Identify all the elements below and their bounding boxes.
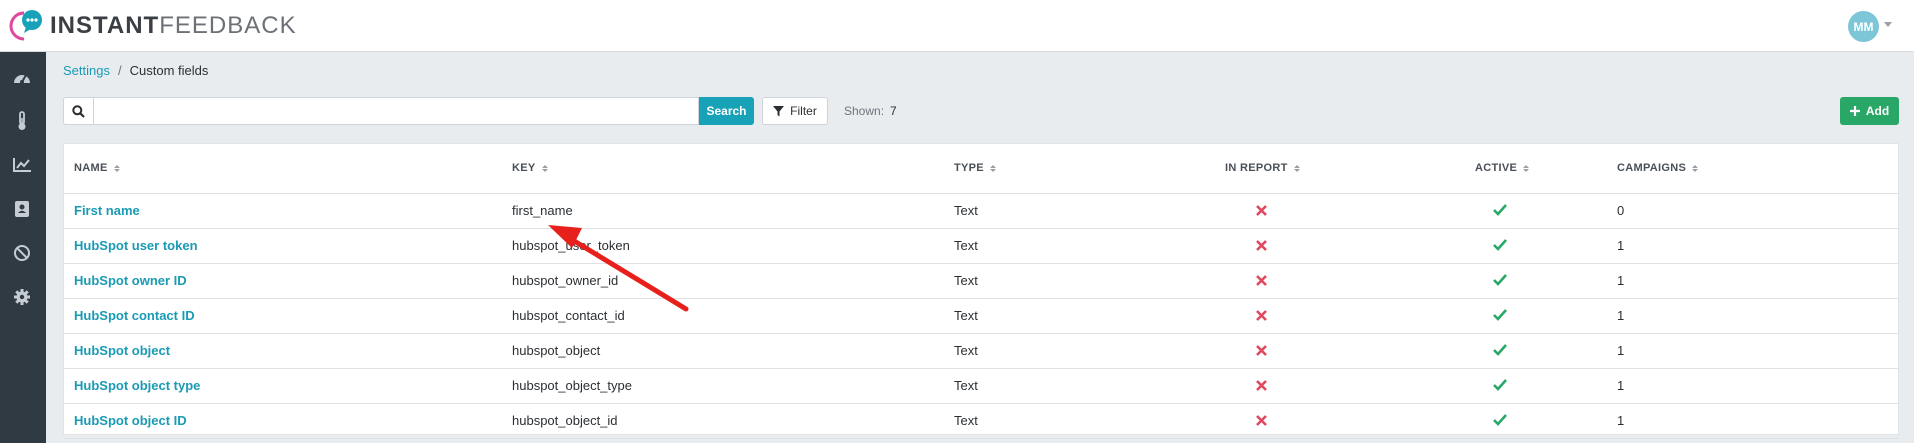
search-icon: [63, 97, 93, 125]
field-type: Text: [954, 308, 978, 323]
field-key: hubspot_owner_id: [512, 273, 619, 288]
field-type: Text: [954, 378, 978, 393]
check-icon: [1492, 237, 1508, 253]
campaign-count: 1: [1617, 238, 1625, 253]
shown-value: 7: [890, 104, 897, 118]
field-name-link[interactable]: HubSpot user token: [74, 238, 198, 253]
column-header-campaigns[interactable]: CAMPAIGNS: [1617, 162, 1699, 174]
table-row: HubSpot user token hubspot_user_token Text…: [64, 229, 1898, 264]
table-row: HubSpot object ID hubspot_object_id Text 1: [64, 404, 1898, 439]
field-name-link[interactable]: HubSpot object: [74, 343, 170, 358]
campaign-count: 1: [1617, 343, 1625, 358]
field-type: Text: [954, 203, 978, 218]
field-key: hubspot_object_id: [512, 413, 618, 428]
sort-icon: [1293, 164, 1300, 172]
campaign-count: 0: [1617, 203, 1625, 218]
column-header-name[interactable]: NAME: [74, 162, 120, 174]
top-bar: INSTANTFEEDBACK MM: [0, 0, 1914, 52]
cross-icon: [1253, 272, 1269, 288]
check-icon: [1492, 272, 1508, 288]
table-row: HubSpot contact ID hubspot_contact_id Text…: [64, 299, 1898, 334]
field-key: first_name: [512, 203, 573, 218]
table-row: HubSpot object hubspot_object Text 1: [64, 334, 1898, 369]
user-avatar[interactable]: MM: [1848, 11, 1879, 42]
check-icon: [1492, 412, 1508, 428]
breadcrumb-separator: /: [117, 63, 122, 78]
check-icon: [1492, 377, 1508, 393]
cross-icon: [1253, 307, 1269, 323]
field-name-link[interactable]: HubSpot object ID: [74, 413, 187, 428]
gear-icon[interactable]: [11, 286, 33, 308]
field-key: hubspot_user_token: [512, 238, 630, 253]
dashboard-gauge-icon[interactable]: [11, 66, 33, 88]
sort-icon: [113, 164, 120, 172]
table-header: NAME KEY TYPE IN REPORT ACTIVE CAMPAIGNS: [64, 144, 1898, 194]
campaign-count: 1: [1617, 378, 1625, 393]
column-header-in-report[interactable]: IN REPORT: [1225, 162, 1300, 174]
field-type: Text: [954, 413, 978, 428]
line-chart-icon[interactable]: [11, 154, 33, 176]
thermometer-icon[interactable]: [11, 110, 33, 132]
search-button[interactable]: Search: [699, 97, 754, 125]
plus-icon: [1849, 106, 1860, 116]
filter-funnel-icon: [773, 105, 785, 116]
search-group: Search: [63, 97, 754, 125]
ban-icon[interactable]: [11, 242, 33, 264]
user-initials: MM: [1853, 19, 1874, 34]
sidebar: [0, 52, 46, 443]
column-header-key[interactable]: KEY: [512, 162, 548, 174]
chevron-down-icon[interactable]: [1884, 22, 1892, 27]
campaign-count: 1: [1617, 308, 1625, 323]
brand-name: INSTANTFEEDBACK: [50, 12, 297, 39]
sort-icon: [1523, 164, 1530, 172]
table-row: First name first_name Text 0: [64, 194, 1898, 229]
field-type: Text: [954, 238, 978, 253]
field-name-link[interactable]: HubSpot owner ID: [74, 273, 187, 288]
add-button[interactable]: Add: [1840, 97, 1899, 125]
check-icon: [1492, 202, 1508, 218]
check-icon: [1492, 307, 1508, 323]
sort-icon: [1692, 164, 1699, 172]
field-name-link[interactable]: HubSpot contact ID: [74, 308, 195, 323]
sort-icon: [989, 164, 996, 172]
field-key: hubspot_object_type: [512, 378, 632, 393]
filter-button[interactable]: Filter: [762, 97, 828, 125]
shown-count: Shown: 7: [844, 104, 897, 118]
field-name-link[interactable]: First name: [74, 203, 140, 218]
campaign-count: 1: [1617, 273, 1625, 288]
field-type: Text: [954, 273, 978, 288]
contact-book-icon[interactable]: [11, 198, 33, 220]
campaign-count: 1: [1617, 413, 1625, 428]
chat-bubble-logo-icon: [6, 8, 46, 44]
breadcrumb-current: Custom fields: [129, 63, 209, 78]
brand-logo[interactable]: INSTANTFEEDBACK: [6, 8, 297, 44]
cross-icon: [1253, 237, 1269, 253]
field-name-link[interactable]: HubSpot object type: [74, 378, 200, 393]
breadcrumb-settings-link[interactable]: Settings: [63, 63, 110, 78]
column-header-active[interactable]: ACTIVE: [1475, 162, 1530, 174]
check-icon: [1492, 342, 1508, 358]
field-key: hubspot_contact_id: [512, 308, 625, 323]
search-input[interactable]: [93, 97, 699, 125]
table-row: HubSpot owner ID hubspot_owner_id Text 1: [64, 264, 1898, 299]
cross-icon: [1253, 342, 1269, 358]
sort-icon: [541, 164, 548, 172]
add-label: Add: [1865, 104, 1890, 118]
shown-label: Shown:: [844, 104, 885, 118]
table-row: HubSpot object type hubspot_object_type Te…: [64, 369, 1898, 404]
cross-icon: [1253, 377, 1269, 393]
column-header-type[interactable]: TYPE: [954, 162, 996, 174]
field-key: hubspot_object: [512, 343, 601, 358]
breadcrumb: Settings / Custom fields: [63, 63, 208, 78]
cross-icon: [1253, 412, 1269, 428]
filter-label: Filter: [790, 104, 817, 118]
cross-icon: [1253, 202, 1269, 218]
custom-fields-table: NAME KEY TYPE IN REPORT ACTIVE CAMPAIGNS…: [63, 143, 1899, 439]
field-type: Text: [954, 343, 978, 358]
